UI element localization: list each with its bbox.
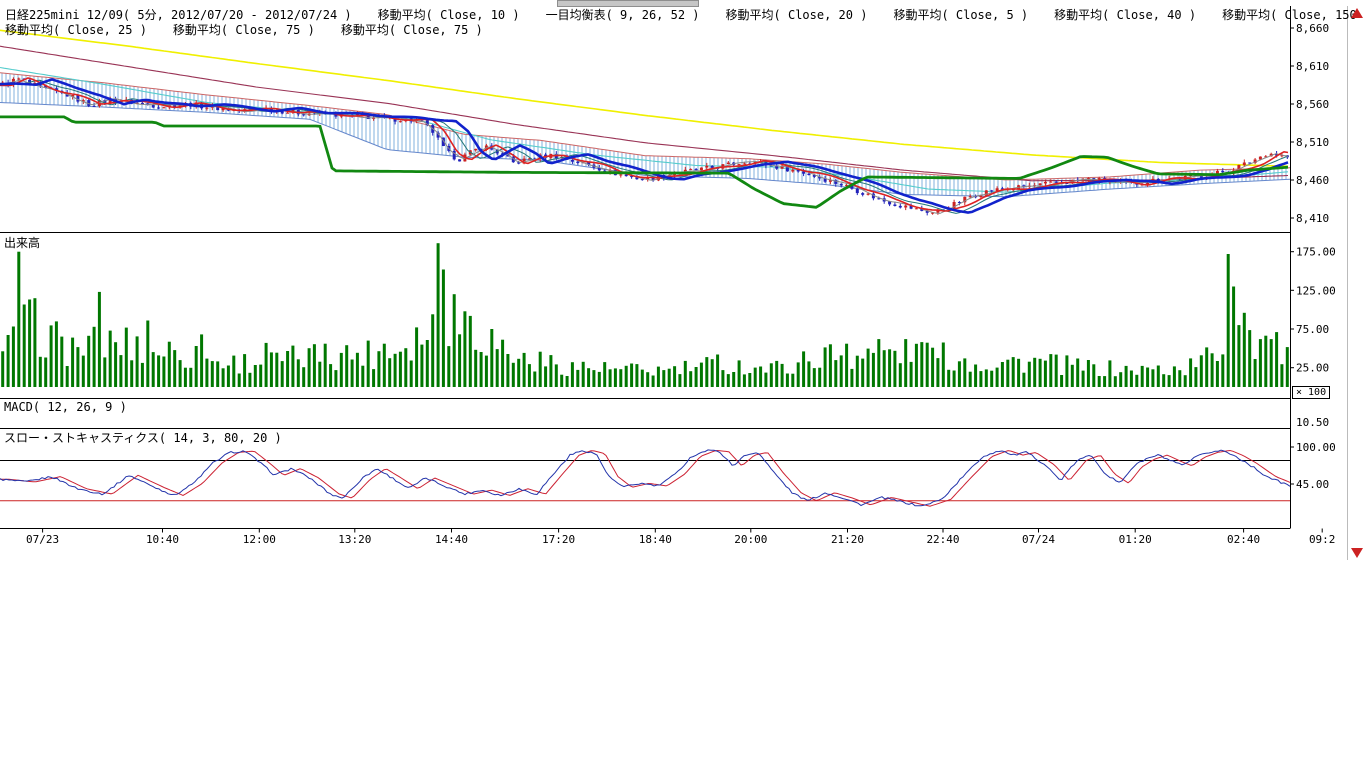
volume-bars — [1, 243, 1289, 387]
indicator-ma150-label[interactable]: 移動平均( Close, 150 ) — [1222, 6, 1366, 23]
indicator-ma75b-label[interactable]: 移動平均( Close, 75 ) — [341, 21, 483, 38]
svg-text:21:20: 21:20 — [831, 533, 864, 546]
svg-text:01:20: 01:20 — [1119, 533, 1152, 546]
svg-text:09:2: 09:2 — [1309, 533, 1336, 546]
svg-text:17:20: 17:20 — [542, 533, 575, 546]
volume-axis: 175.00 125.00 75.00 25.00 — [1290, 246, 1336, 375]
stochastics-plot — [0, 450, 1290, 506]
svg-text:02:40: 02:40 — [1227, 533, 1260, 546]
svg-text:75.00: 75.00 — [1296, 323, 1329, 336]
scroll-up-arrow-icon[interactable] — [1351, 8, 1363, 18]
indicator-ma75-label[interactable]: 移動平均( Close, 75 ) — [173, 21, 315, 38]
horizontal-scrollbar-thumb[interactable] — [557, 0, 699, 7]
svg-text:12:00: 12:00 — [243, 533, 276, 546]
svg-text:07/24: 07/24 — [1022, 533, 1055, 546]
stochastics-panel-label[interactable]: スロー・ストキャスティクス( 14, 3, 80, 20 ) — [4, 429, 282, 446]
stochastics-axis: 100.00 45.00 — [1290, 441, 1336, 491]
volume-unit-badge: × 100 — [1292, 386, 1330, 399]
time-axis: 07/23 10:40 12:00 13:20 14:40 17:20 18:40 20:00… — [26, 529, 1335, 547]
chart-area[interactable]: 8,660 8,610 8,560 8,510 8,460 8,410 175.00 125.… — [0, 0, 1366, 560]
panel-borders — [0, 6, 1291, 529]
indicator-ma20-label[interactable]: 移動平均( Close, 20 ) — [726, 6, 868, 23]
indicator-ichimoku-label[interactable]: 一目均衡表( 9, 26, 52 ) — [546, 6, 700, 23]
chart-canvas[interactable]: 8,660 8,610 8,560 8,510 8,460 8,410 175.00 125.… — [0, 0, 1366, 560]
volume-panel-label[interactable]: 出来高 — [4, 234, 40, 251]
svg-text:14:40: 14:40 — [435, 533, 468, 546]
svg-text:45.00: 45.00 — [1296, 478, 1329, 491]
svg-text:10:40: 10:40 — [146, 533, 179, 546]
svg-text:8,510: 8,510 — [1296, 136, 1329, 149]
svg-text:8,560: 8,560 — [1296, 98, 1329, 111]
svg-text:8,610: 8,610 — [1296, 60, 1329, 73]
price-axis: 8,660 8,610 8,560 8,510 8,460 8,410 — [1290, 22, 1329, 225]
scroll-down-arrow-icon[interactable] — [1351, 548, 1363, 558]
svg-text:22:40: 22:40 — [926, 533, 959, 546]
svg-text:07/23: 07/23 — [26, 533, 59, 546]
svg-text:8,460: 8,460 — [1296, 174, 1329, 187]
macd-axis: 10.50 — [1296, 416, 1329, 429]
svg-text:100.00: 100.00 — [1296, 441, 1336, 454]
chart-header-row2: 移動平均( Close, 25 ) 移動平均( Close, 75 ) 移動平均… — [5, 21, 483, 38]
svg-text:8,410: 8,410 — [1296, 212, 1329, 225]
vertical-scrollbar-track[interactable] — [1347, 6, 1348, 560]
svg-text:175.00: 175.00 — [1296, 246, 1336, 259]
svg-text:20:00: 20:00 — [734, 533, 767, 546]
svg-text:13:20: 13:20 — [338, 533, 371, 546]
macd-panel-label[interactable]: MACD( 12, 26, 9 ) — [4, 400, 127, 414]
svg-text:8,660: 8,660 — [1296, 22, 1329, 35]
svg-text:125.00: 125.00 — [1296, 284, 1336, 297]
indicator-ma40-label[interactable]: 移動平均( Close, 40 ) — [1054, 6, 1196, 23]
svg-text:25.00: 25.00 — [1296, 362, 1329, 375]
indicator-ma25-label[interactable]: 移動平均( Close, 25 ) — [5, 21, 147, 38]
ma-lines-short — [0, 78, 1288, 213]
svg-text:18:40: 18:40 — [639, 533, 672, 546]
svg-text:10.50: 10.50 — [1296, 416, 1329, 429]
indicator-ma5-label[interactable]: 移動平均( Close, 5 ) — [893, 6, 1028, 23]
